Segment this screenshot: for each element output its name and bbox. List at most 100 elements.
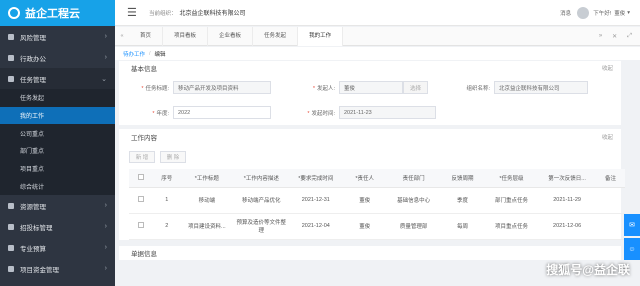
org-name-label: 组织名称:: [466, 85, 491, 92]
basic-info-header: 基本信息 收起: [119, 61, 621, 75]
messages-link[interactable]: 消息: [560, 9, 571, 17]
breadcrumb-current: 编辑: [154, 51, 166, 58]
column-header: *任务层级: [484, 169, 539, 188]
section-title: 单据信息: [131, 250, 157, 258]
cell-desc[interactable]: 预算及造价等文件整理: [233, 213, 290, 240]
form-row-1: * 任务标题: 移动产品开发及项目资料 * 发起人: 董俊 选择 组织名称: 北京益…: [119, 75, 621, 100]
calculator-icon: [8, 244, 14, 251]
sidebar-item-funds[interactable]: 项目资金管理 ›: [0, 258, 115, 279]
sidebar-item-label: 任务管理: [20, 76, 46, 84]
app-logo: 益企工程云: [0, 0, 115, 26]
cell-owner[interactable]: 董俊: [342, 187, 387, 214]
column-header: 备注: [596, 169, 625, 188]
column-header: 第一次反馈日...: [538, 169, 596, 188]
cell-due[interactable]: 2021-12-04: [289, 213, 343, 240]
org-label: 当前组织：: [149, 10, 177, 17]
breadcrumb-parent[interactable]: 待办工作: [123, 50, 145, 58]
table-row[interactable]: 1 移动端 移动端产品优化 2021-12-31 董俊 基础信息中心 季度 部门…: [129, 187, 625, 214]
sidebar: 益企工程云 风险管理 › 行政办公 › 任务管理 ⌄ 任务发起 我的工作 公司重点 部…: [0, 0, 115, 286]
column-header: *工作内容描述: [233, 169, 290, 188]
collapse-button[interactable]: 收起: [602, 64, 613, 72]
sidebar-subitem-project-focus[interactable]: 项目重点: [0, 160, 115, 178]
tab-enterprise-board[interactable]: 企业看板: [208, 26, 254, 46]
sidebar-item-label: 风险管理: [20, 34, 46, 42]
avatar[interactable]: [577, 6, 590, 19]
row-checkbox[interactable]: [129, 213, 154, 240]
sidebar-subitem-company-focus[interactable]: 公司重点: [0, 124, 115, 142]
tab-home[interactable]: 首页: [129, 26, 164, 46]
close-tabs-icon[interactable]: ✕: [612, 33, 617, 40]
username[interactable]: 董俊: [614, 9, 625, 17]
delete-row-button[interactable]: 删 除: [160, 151, 186, 163]
chevron-right-icon: ›: [104, 223, 107, 231]
money-icon: [8, 265, 14, 272]
tab-task-initiate[interactable]: 任务发起: [253, 26, 299, 46]
sidebar-subitem-initiate[interactable]: 任务发起: [0, 89, 115, 107]
chevron-right-icon: ›: [104, 202, 107, 210]
sidebar-item-task[interactable]: 任务管理 ⌄: [0, 68, 115, 89]
signoff-header: 单据信息: [119, 246, 621, 260]
sidebar-item-resource[interactable]: 资源管理 ›: [0, 195, 115, 216]
cell-owner[interactable]: 董俊: [342, 213, 387, 240]
greeting: 下午好!: [593, 10, 612, 17]
table-row[interactable]: 2 项目建设资料... 预算及造价等文件整理 2021-12-04 董俊 质量管…: [129, 213, 625, 240]
expand-icon[interactable]: ⤢: [627, 33, 632, 40]
cell-note[interactable]: [596, 187, 625, 214]
cell-level[interactable]: 部门重点任务: [484, 187, 539, 214]
cell-dept[interactable]: 基础信息中心: [386, 187, 441, 214]
add-row-button[interactable]: 新 增: [129, 151, 155, 163]
tab-scroll-left-icon[interactable]: «: [115, 33, 129, 39]
cell-no: 2: [153, 213, 181, 240]
message-float-icon[interactable]: ✉: [624, 214, 640, 236]
cell-note[interactable]: [596, 213, 625, 240]
task-icon: [8, 75, 14, 82]
select-sponsor-button[interactable]: 选择: [403, 81, 429, 94]
chevron-right-icon: ›: [104, 244, 107, 252]
cell-dept[interactable]: 质量管理部: [386, 213, 441, 240]
row-checkbox[interactable]: [129, 187, 154, 214]
work-content-panel: 工作内容 收起 新 增 删 除 序号 *工作标题 *工作内容描述 *要求完成时间…: [119, 129, 625, 240]
user-float-icon[interactable]: ☺: [624, 238, 640, 260]
cell-first-feedback[interactable]: 2021-11-29: [538, 187, 596, 214]
chevron-down-icon[interactable]: ▾: [627, 10, 630, 16]
cell-cycle[interactable]: 季度: [440, 187, 485, 214]
cell-cycle[interactable]: 每周: [440, 213, 485, 240]
breadcrumb: 待办工作 / 编辑: [115, 47, 640, 60]
chevron-right-icon: ›: [104, 54, 107, 61]
shield-icon: [8, 33, 14, 40]
main-content: 基本信息 收起 * 任务标题: 移动产品开发及项目资料 * 发起人: 董俊 选择 组…: [115, 61, 625, 286]
breadcrumb-separator: /: [149, 50, 151, 57]
sidebar-item-label: 资源管理: [20, 203, 46, 211]
sponsor-field[interactable]: 董俊: [339, 81, 403, 94]
select-all-checkbox[interactable]: [129, 169, 154, 188]
task-title-field[interactable]: 移动产品开发及项目资料: [173, 81, 271, 94]
floating-actions: ✉ ☺: [624, 214, 640, 262]
start-time-field[interactable]: 2021-11-23: [339, 106, 436, 119]
sidebar-item-budget[interactable]: 专业预算 ›: [0, 237, 115, 258]
cell-title[interactable]: 移动端: [180, 187, 234, 214]
section-title: 工作内容: [131, 135, 157, 142]
cell-desc[interactable]: 移动端产品优化: [233, 187, 290, 214]
cell-due[interactable]: 2021-12-31: [289, 187, 343, 214]
logo-icon: [8, 7, 20, 19]
cell-title[interactable]: 项目建设资料...: [180, 213, 234, 240]
cell-first-feedback[interactable]: 2021-12-06: [538, 213, 596, 240]
org-name-field[interactable]: 北京益企联科技有限公司: [494, 81, 589, 94]
tab-project-board[interactable]: 项目看板: [163, 26, 209, 46]
sidebar-subitem-my-work[interactable]: 我的工作: [0, 106, 115, 125]
collapse-button[interactable]: 收起: [602, 133, 613, 141]
menu-toggle-icon[interactable]: ☰: [127, 6, 137, 19]
task-submenu: 任务发起 我的工作 公司重点 部门重点 项目重点 综合统计: [0, 89, 115, 196]
cell-level[interactable]: 项目重点任务: [484, 213, 539, 240]
sidebar-subitem-dept-focus[interactable]: 部门重点: [0, 142, 115, 160]
sidebar-item-office[interactable]: 行政办公 ›: [0, 47, 115, 68]
tab-my-work[interactable]: 我的工作: [298, 26, 344, 46]
sidebar-item-risk[interactable]: 风险管理 ›: [0, 26, 115, 47]
org-name[interactable]: 北京益企联科技有限公司: [180, 8, 246, 17]
tab-scroll-right-icon[interactable]: »: [599, 33, 602, 39]
sidebar-subitem-statistics[interactable]: 综合统计: [0, 177, 115, 195]
tab-controls: » ✕ ⤢: [599, 27, 632, 46]
year-field[interactable]: 2022: [173, 106, 271, 119]
user-area: 消息 下午好! 董俊 ▾: [560, 6, 630, 19]
sidebar-item-bidding[interactable]: 招投标管理 ›: [0, 216, 115, 237]
